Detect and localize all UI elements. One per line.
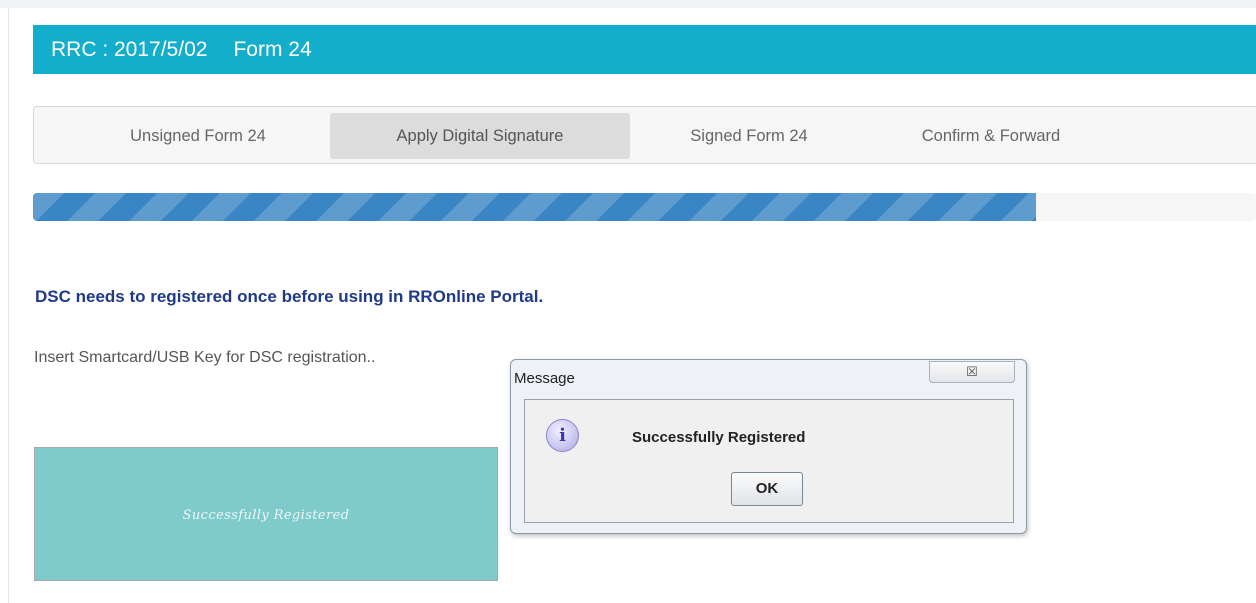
- dialog-message: Successfully Registered: [632, 429, 806, 446]
- page-top-border: [0, 0, 1256, 8]
- info-icon: i: [546, 419, 579, 452]
- dsc-registration-notice: DSC needs to registered once before usin…: [35, 287, 544, 306]
- tab-apply-digital-signature[interactable]: Apply Digital Signature: [330, 113, 630, 159]
- form-title: Form 24: [233, 38, 312, 61]
- ok-button[interactable]: OK: [731, 472, 803, 506]
- dialog-title: Message: [514, 370, 575, 387]
- dsc-status-panel: Successfully Registered: [34, 447, 498, 581]
- close-icon: ☒: [966, 364, 978, 379]
- dsc-status-text: Successfully Registered: [182, 508, 350, 523]
- tab-unsigned-form[interactable]: Unsigned Form 24: [83, 113, 313, 159]
- dialog-body: i Successfully Registered OK: [524, 399, 1014, 523]
- wizard-tab-bar: Unsigned Form 24 Apply Digital Signature…: [33, 106, 1256, 164]
- message-dialog: Message ☒ i Successfully Registered OK: [510, 359, 1027, 534]
- page-left-border: [8, 8, 9, 603]
- progress-bar-fill: [33, 193, 1036, 221]
- reference-number: RRC : 2017/5/02: [51, 38, 208, 61]
- insert-key-instruction: Insert Smartcard/USB Key for DSC registr…: [34, 349, 376, 366]
- dialog-close-button[interactable]: ☒: [929, 361, 1015, 383]
- progress-bar: [33, 193, 1256, 221]
- tab-signed-form[interactable]: Signed Form 24: [649, 113, 849, 159]
- page-header-bar: RRC : 2017/5/02 Form 24: [33, 25, 1256, 74]
- tab-confirm-forward[interactable]: Confirm & Forward: [872, 113, 1110, 159]
